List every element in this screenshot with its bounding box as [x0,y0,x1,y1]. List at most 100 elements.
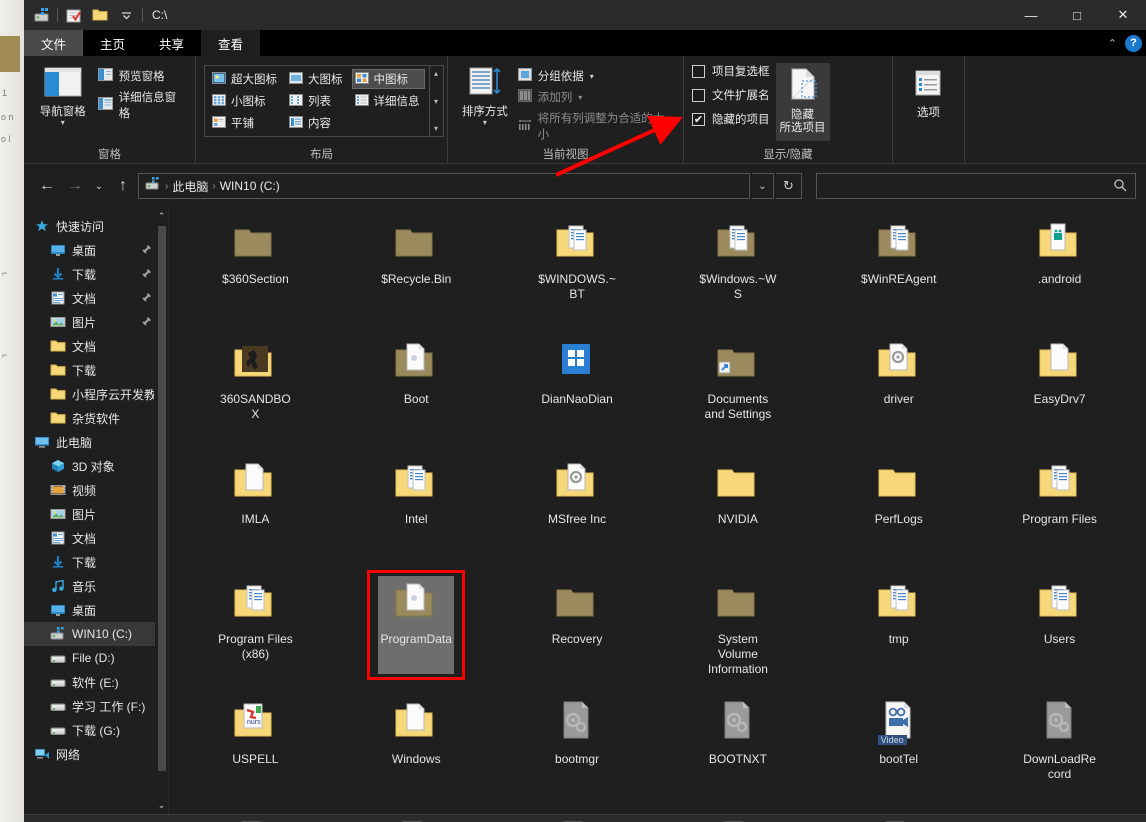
add-columns-dropdown-icon[interactable]: ▾ [578,93,582,102]
sidebar-item-File-D-[interactable]: File (D:) [24,646,168,670]
folder-icon[interactable] [87,3,113,27]
file-item[interactable]: MSfree Inc [497,454,658,574]
file-item[interactable]: nurs USPELL [175,694,336,814]
pin-icon[interactable] [142,244,152,256]
back-button[interactable]: ← [34,173,60,199]
nav-scroll-up-icon[interactable]: ⌃ [158,208,166,225]
file-item[interactable]: bootmgr [497,694,658,814]
address-bar[interactable]: › 此电脑 › WIN10 (C:) [138,173,750,199]
size-all-columns-button[interactable]: 将所有列调整为合适的大小 [518,110,675,142]
breadcrumb-win10-c[interactable]: WIN10 (C:) [220,179,280,193]
nav-scroll-down-icon[interactable]: ⌄ [158,797,166,814]
maximize-button[interactable]: □ [1054,0,1100,30]
file-item[interactable]: DownLoadRecord [979,694,1140,814]
pin-icon[interactable] [142,316,152,328]
sidebar-item-下载-G-[interactable]: 下载 (G:) [24,718,168,742]
file-item[interactable]: $Recycle.Bin [336,214,497,334]
sidebar-item-文档[interactable]: 文档 [24,334,168,358]
hidden-items-checkbox[interactable]: ✔ [692,112,705,126]
tab-file[interactable]: 文件 [24,30,84,56]
layout-tiles[interactable]: 平铺 [209,113,282,133]
hidden-items-option[interactable]: ✔ 隐藏的项目 [692,111,770,127]
sidebar-item-下载[interactable]: 下载 [24,358,168,382]
search-input[interactable] [816,173,1136,199]
sidebar-item-文档[interactable]: 文档 [24,286,168,310]
file-item[interactable]: driver [818,334,979,454]
preview-pane-button[interactable]: 预览窗格 [97,68,187,84]
sidebar-item-文档[interactable]: 文档 [24,526,168,550]
group-by-dropdown-icon[interactable]: ▾ [590,72,594,81]
file-item[interactable]: Documents and Settings [657,334,818,454]
sidebar-item-小程序云开发教[interactable]: 小程序云开发教 [24,382,168,406]
file-item[interactable]: .android [979,214,1140,334]
file-item[interactable]: System Volume Information [657,574,818,694]
navigation-pane-button[interactable]: 导航窗格 ▾ [32,62,94,127]
new-folder-icon[interactable] [61,3,87,27]
sort-by-button[interactable]: 排序方式 ▾ [456,62,514,127]
sort-by-dropdown-icon[interactable]: ▾ [483,119,487,127]
sidebar-item-此电脑[interactable]: 此电脑 [24,430,168,454]
forward-button[interactable]: → [62,173,88,199]
minimize-button[interactable]: — [1008,0,1054,30]
sidebar-item-下载[interactable]: 下载 [24,262,168,286]
file-item[interactable]: Program Files (x86) [175,574,336,694]
layout-small-icons[interactable]: 小图标 [209,91,282,111]
pin-icon[interactable] [142,292,152,304]
sidebar-item-软件-E-[interactable]: 软件 (E:) [24,670,168,694]
collapse-ribbon-icon[interactable]: ⌃ [1108,37,1117,50]
layout-content[interactable]: 内容 [286,113,348,133]
breadcrumb-this-pc[interactable]: 此电脑 [172,178,208,195]
sidebar-item-快速访问[interactable]: 快速访问 [24,214,168,238]
layout-extra-large-icons[interactable]: 超大图标 [209,69,282,89]
file-item[interactable]: EasyDrv7 [979,334,1140,454]
file-item[interactable]: $WinREAgent [818,214,979,334]
navigation-pane-scrollbar[interactable]: ⌃ ⌄ [155,208,168,814]
file-item[interactable]: 360SANDBOX [175,334,336,454]
recent-locations-button[interactable]: ⌄ [90,173,108,199]
file-list-view[interactable]: $360Section $Recycle.Bin $WINDOWS.~BT $Wind… [169,208,1146,822]
sidebar-item-3D-对象[interactable]: 3D 对象 [24,454,168,478]
layout-gallery-scrollbar[interactable]: ▴ ▾ ▾ [428,66,443,136]
up-button[interactable]: ↑ [110,173,136,199]
details-pane-button[interactable]: 详细信息窗格 [97,89,187,121]
sidebar-item-杂货软件[interactable]: 杂货软件 [24,406,168,430]
layout-list[interactable]: 列表 [286,91,348,111]
customize-qat-caret-icon[interactable] [113,3,139,27]
file-item[interactable]: $WINDOWS.~BT [497,214,658,334]
tab-share[interactable]: 共享 [142,30,201,56]
file-item[interactable]: Windows [336,694,497,814]
item-checkboxes-option[interactable]: 项目复选框 [692,63,770,79]
sidebar-item-WIN10-C-[interactable]: WIN10 (C:) [24,622,168,646]
file-item[interactable]: Users [979,574,1140,694]
gallery-scroll-up-icon[interactable]: ▴ [434,69,438,78]
add-columns-button[interactable]: 添加列 ▾ [517,89,675,105]
tab-home[interactable]: 主页 [83,30,142,56]
gallery-scroll-more-icon[interactable]: ▾ [434,124,438,133]
group-by-button[interactable]: 分组依据 ▾ [517,68,675,84]
tab-view[interactable]: 查看 [201,30,261,56]
file-extensions-option[interactable]: 文件扩展名 [692,87,770,103]
file-item[interactable]: $Windows.~WS [657,214,818,334]
close-button[interactable]: ✕ [1100,0,1146,30]
address-dropdown-button[interactable]: ⌄ [752,173,774,199]
file-item[interactable]: Recovery [497,574,658,694]
gallery-scroll-down-icon[interactable]: ▾ [434,97,438,106]
file-extensions-checkbox[interactable] [692,88,705,102]
file-item[interactable]: IMLA [175,454,336,574]
file-item[interactable]: NVIDIA [657,454,818,574]
options-button[interactable]: 选项 [901,65,956,120]
navigation-pane-dropdown-icon[interactable]: ▾ [61,119,65,127]
drive-properties-icon[interactable] [28,3,54,27]
sidebar-item-网络[interactable]: 网络 [24,742,168,766]
file-item[interactable]: ProgramData [336,570,497,694]
hide-selected-items-button[interactable]: 隐藏 所选项目 [775,63,830,141]
pin-icon[interactable] [142,268,152,280]
file-item[interactable]: Intel [336,454,497,574]
file-item[interactable]: tmp [818,574,979,694]
file-item[interactable]: Video bootTel [818,694,979,814]
file-item[interactable]: BOOTNXT [657,694,818,814]
file-item[interactable]: DianNaoDian [497,334,658,454]
layout-details[interactable]: 详细信息 [352,91,425,111]
file-item[interactable]: PerfLogs [818,454,979,574]
file-item[interactable]: Boot [336,334,497,454]
